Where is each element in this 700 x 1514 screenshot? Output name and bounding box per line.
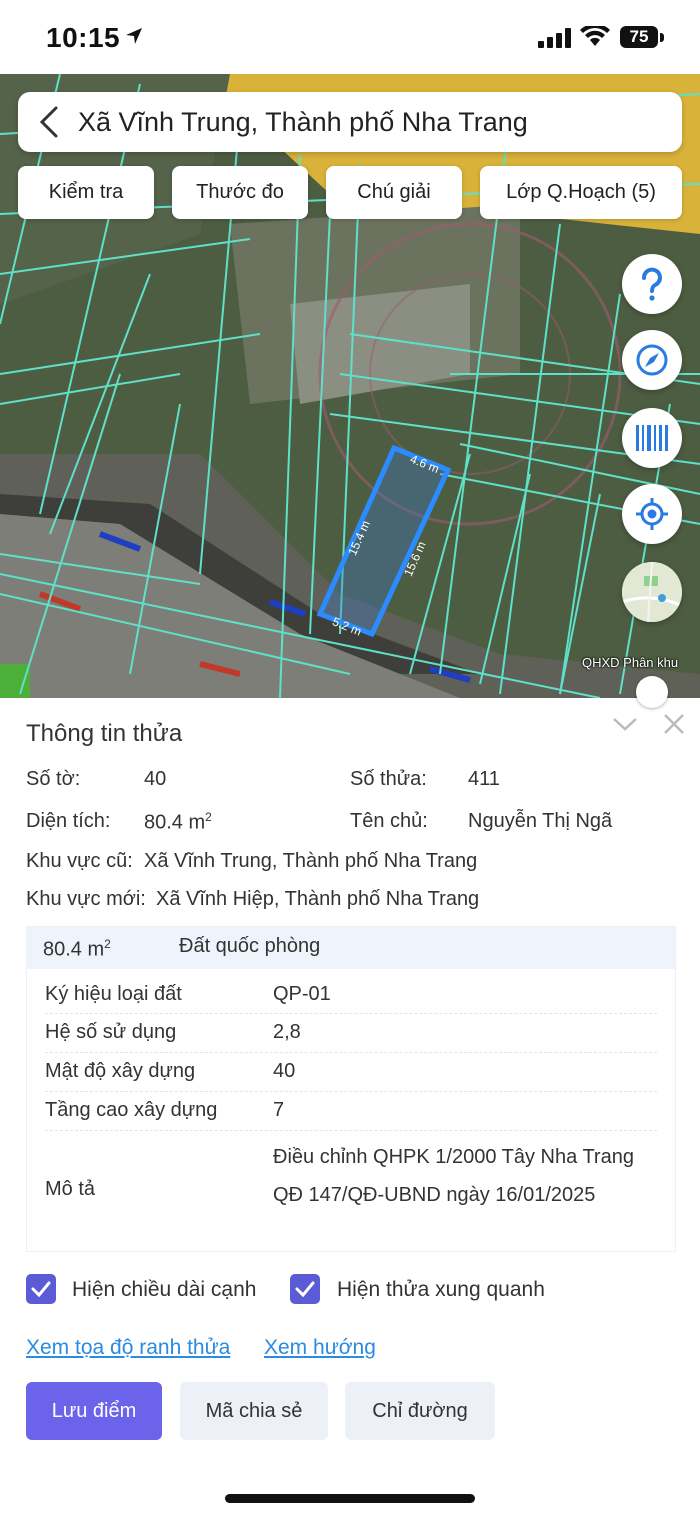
share-code-button[interactable]: Mã chia sẻ [180, 1382, 328, 1440]
parcel-info-panel: Thông tin thửa Số tờ: 40 Số thửa: 411 Di… [0, 698, 700, 1514]
measure-button[interactable]: Thước đo [172, 166, 308, 219]
question-mark-icon [642, 267, 662, 301]
planning-layer-button[interactable]: Lớp Q.Hoạch (5) [480, 166, 682, 219]
zoning-detail-header: 80.4 m2 Đất quốc phòng [27, 927, 675, 969]
my-location-button[interactable] [622, 484, 682, 544]
chevron-down-icon[interactable] [612, 714, 638, 734]
area-label: Diện tích: [26, 810, 111, 832]
table-row: Mô tả Điều chỉnh QHPK 1/2000 Tây Nha Tra… [45, 1130, 657, 1248]
new-area-value: Xã Vĩnh Hiệp, Thành phố Nha Trang [156, 888, 480, 910]
table-row: Hệ số sử dụng 2,8 [45, 1013, 657, 1053]
zoning-land-type: Đất quốc phòng [179, 935, 321, 957]
location-arrow-icon [126, 28, 142, 44]
battery-level: 75 [620, 26, 658, 48]
view-direction-link[interactable]: Xem hướng [264, 1336, 376, 1360]
panel-title: Thông tin thửa [26, 720, 183, 747]
wifi-icon [580, 26, 610, 46]
old-area-label: Khu vực cũ: [26, 850, 133, 872]
directions-button[interactable]: Chỉ đường [345, 1382, 495, 1440]
table-row: Ký hiệu loại đất QP-01 [45, 969, 657, 1014]
view-boundary-coordinates-link[interactable]: Xem tọa độ ranh thửa [26, 1336, 230, 1360]
location-title: Xã Vĩnh Trung, Thành phố Nha Trang [78, 107, 528, 137]
basemap-switch-thumbnail[interactable] [622, 562, 682, 622]
save-point-button[interactable]: Lưu điểm [26, 1382, 162, 1440]
owner-label: Tên chủ: [350, 810, 428, 832]
mini-map-icon [622, 562, 682, 622]
description-value: Điều chỉnh QHPK 1/2000 Tây Nha Trang QĐ … [273, 1146, 634, 1206]
compass-icon [636, 344, 668, 376]
zoning-detail-table: 80.4 m2 Đất quốc phòng Ký hiệu loại đất … [26, 926, 676, 1252]
check-button[interactable]: Kiểm tra [18, 166, 154, 219]
location-search-bar[interactable]: Xã Vĩnh Trung, Thành phố Nha Trang [18, 92, 682, 152]
status-time: 10:15 [46, 22, 121, 53]
parcel-number-value: 411 [468, 768, 500, 790]
close-icon[interactable] [662, 712, 686, 736]
table-row: Mật độ xây dựng 40 [45, 1052, 657, 1092]
compass-button[interactable] [622, 330, 682, 390]
back-chevron-icon[interactable] [38, 106, 62, 138]
owner-value: Nguyễn Thị Ngã [468, 810, 613, 832]
show-neighbors-label[interactable]: Hiện thửa xung quanh [337, 1278, 545, 1302]
active-layer-label: QHXD Phân khu [582, 655, 679, 670]
crosshair-location-icon [636, 498, 668, 530]
checkmark-icon [295, 1281, 315, 1298]
home-indicator[interactable] [225, 1494, 475, 1503]
cellular-signal-icon [538, 28, 571, 48]
status-bar: 10:15 75 [0, 0, 700, 74]
area-value: 80.4 m2 [144, 810, 212, 834]
show-edges-label[interactable]: Hiện chiều dài cạnh [72, 1278, 256, 1302]
legend-button[interactable]: Chú giải [326, 166, 462, 219]
panel-drag-handle[interactable] [636, 676, 668, 708]
sheet-number-label: Số tờ: [26, 768, 81, 790]
zoning-area: 80.4 m2 [43, 937, 111, 961]
new-area-label: Khu vực mới: [26, 888, 146, 910]
table-row: Tầng cao xây dựng 7 [45, 1091, 657, 1131]
checkmark-icon [31, 1281, 51, 1298]
barcode-scan-button[interactable] [622, 408, 682, 468]
show-edges-checkbox[interactable] [26, 1274, 56, 1304]
barcode-icon [636, 425, 668, 451]
old-area-value: Xã Vĩnh Trung, Thành phố Nha Trang [144, 850, 478, 872]
battery-nub [660, 33, 664, 42]
parcel-number-label: Số thửa: [350, 768, 427, 790]
help-button[interactable] [622, 254, 682, 314]
show-neighbors-checkbox[interactable] [290, 1274, 320, 1304]
description-label: Mô tả [45, 1178, 96, 1200]
sheet-number-value: 40 [144, 768, 167, 790]
